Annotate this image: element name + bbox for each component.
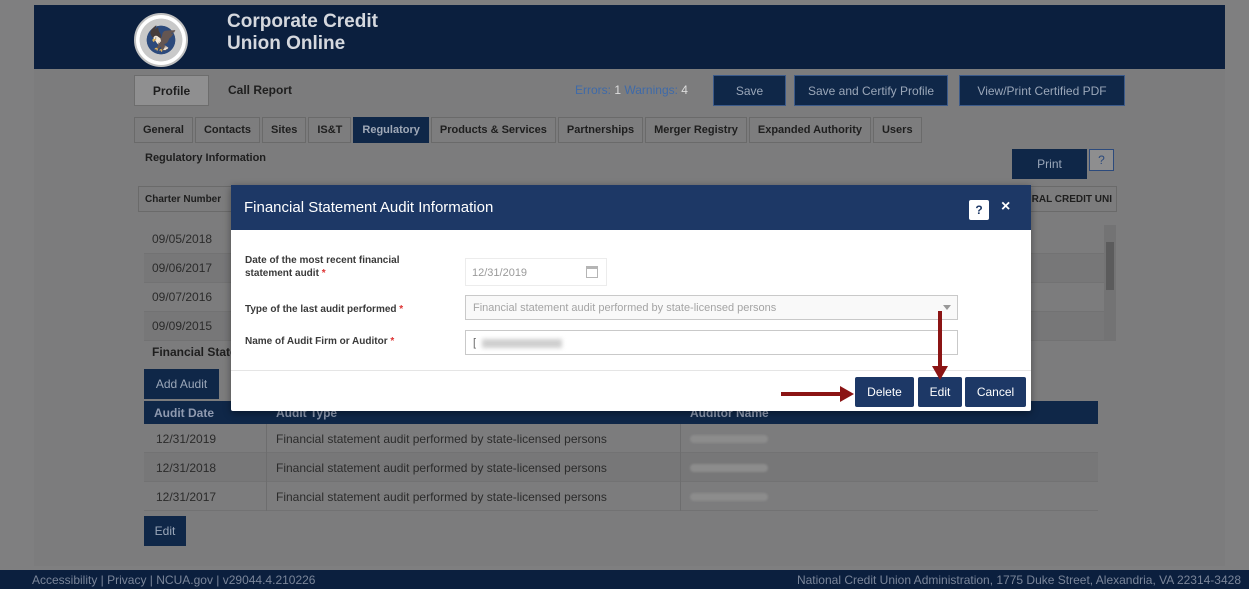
add-audit-button[interactable]: Add Audit [144, 369, 219, 399]
auditor-name-field[interactable]: [ [465, 330, 958, 355]
charter-name-value: RAL CREDIT UNI [1031, 194, 1112, 205]
audit-date-cell: 12/31/2018 [156, 461, 217, 475]
modal-title: Financial Statement Audit Information [244, 199, 494, 216]
required-mark: * [390, 336, 395, 347]
name-label-text: Name of Audit Firm or Auditor [245, 336, 388, 347]
dates-scrollbar[interactable] [1104, 225, 1116, 340]
save-button[interactable]: Save [713, 75, 786, 106]
audit-type-cell: Financial statement audit performed by s… [276, 490, 607, 504]
save-certify-button[interactable]: Save and Certify Profile [794, 75, 948, 106]
table-row[interactable]: 12/31/2019 Financial statement audit per… [144, 424, 1098, 453]
modal-header: Financial Statement Audit Information ? … [231, 185, 1031, 230]
tab-products-services[interactable]: Products & Services [430, 117, 556, 143]
audit-info-modal: Financial Statement Audit Information ? … [231, 185, 1031, 411]
red-arrow-icon [781, 392, 841, 396]
scroll-thumb[interactable] [1106, 242, 1114, 290]
call-report-link[interactable]: Call Report [228, 83, 292, 97]
footer-links[interactable]: Accessibility | Privacy | NCUA.gov | v29… [32, 573, 315, 587]
audit-date-cell: 12/31/2017 [156, 490, 217, 504]
auditor-name-cell [690, 432, 768, 446]
tab-general[interactable]: General [134, 117, 193, 143]
cancel-button[interactable]: Cancel [965, 377, 1026, 407]
page-footer: Accessibility | Privacy | NCUA.gov | v29… [0, 570, 1249, 589]
help-button[interactable]: ? [1089, 149, 1114, 171]
redacted-text [482, 339, 562, 348]
date-label: Date of the most recent financial statem… [245, 254, 425, 280]
warnings-count: 4 [681, 83, 688, 97]
ncua-seal-icon [134, 13, 188, 67]
profile-tabs: General Contacts Sites IS&T Regulatory P… [134, 117, 922, 143]
red-arrow-head-icon [932, 366, 948, 380]
table-row[interactable]: 12/31/2018 Financial statement audit per… [144, 453, 1098, 482]
red-arrow-head-icon [840, 386, 854, 402]
errors-label: Errors: [575, 83, 611, 97]
audit-date-value: 12/31/2019 [472, 267, 528, 279]
warnings-label: Warnings: [624, 83, 678, 97]
edit-audit-button[interactable]: Edit [144, 516, 186, 546]
app-header: Corporate Credit Union Online [34, 5, 1225, 69]
tab-regulatory[interactable]: Regulatory [353, 117, 429, 143]
auditor-name-cell [690, 490, 768, 504]
audit-type-select[interactable]: Financial statement audit performed by s… [465, 295, 958, 320]
delete-button[interactable]: Delete [855, 377, 914, 407]
app-title: Corporate Credit Union Online [227, 11, 378, 54]
modal-help-icon[interactable]: ? [969, 200, 989, 220]
col-audit-date[interactable]: Audit Date [154, 406, 214, 420]
calendar-icon[interactable] [586, 266, 598, 278]
financial-section-label: Financial State [152, 345, 237, 359]
tab-sites[interactable]: Sites [262, 117, 307, 143]
modal-divider [231, 370, 1031, 371]
type-label: Type of the last audit performed * [245, 303, 425, 316]
type-label-text: Type of the last audit performed [245, 304, 397, 315]
name-label: Name of Audit Firm or Auditor * [245, 335, 425, 348]
edit-button[interactable]: Edit [918, 377, 962, 407]
tab-expanded-authority[interactable]: Expanded Authority [748, 117, 871, 143]
tab-users[interactable]: Users [872, 117, 922, 143]
profile-button[interactable]: Profile [134, 75, 209, 106]
tab-ist[interactable]: IS&T [308, 117, 352, 143]
tab-contacts[interactable]: Contacts [194, 117, 261, 143]
errors-warnings-summary[interactable]: Errors: 1 Warnings: 4 [575, 83, 688, 97]
required-mark: * [321, 268, 326, 279]
print-button[interactable]: Print [1012, 149, 1087, 179]
table-row[interactable]: 12/31/2017 Financial statement audit per… [144, 482, 1098, 511]
chevron-down-icon [943, 305, 951, 310]
required-mark: * [399, 304, 404, 315]
audit-type-cell: Financial statement audit performed by s… [276, 432, 607, 446]
tab-merger-registry[interactable]: Merger Registry [645, 117, 747, 143]
view-print-pdf-button[interactable]: View/Print Certified PDF [959, 75, 1125, 106]
regulatory-section-label: Regulatory Information [145, 152, 267, 164]
audit-type-value: Financial statement audit performed by s… [473, 302, 777, 314]
auditor-name-cell [690, 461, 768, 475]
tab-partnerships[interactable]: Partnerships [557, 117, 644, 143]
footer-address: National Credit Union Administration, 17… [796, 573, 1241, 587]
audit-table: Audit Date Audit Type Auditor Name 12/31… [144, 401, 1098, 511]
audit-type-cell: Financial statement audit performed by s… [276, 461, 607, 475]
top-toolbar: Profile Call Report Errors: 1 Warnings: … [134, 75, 1125, 107]
close-icon[interactable]: × [1001, 198, 1010, 216]
audit-date-field[interactable]: 12/31/2019 [465, 258, 607, 286]
auditor-name-value: [ [473, 337, 477, 349]
audit-date-cell: 12/31/2019 [156, 432, 217, 446]
errors-count: 1 [614, 83, 622, 97]
charter-number-label: Charter Number [145, 194, 222, 205]
red-arrow-icon [938, 311, 942, 368]
